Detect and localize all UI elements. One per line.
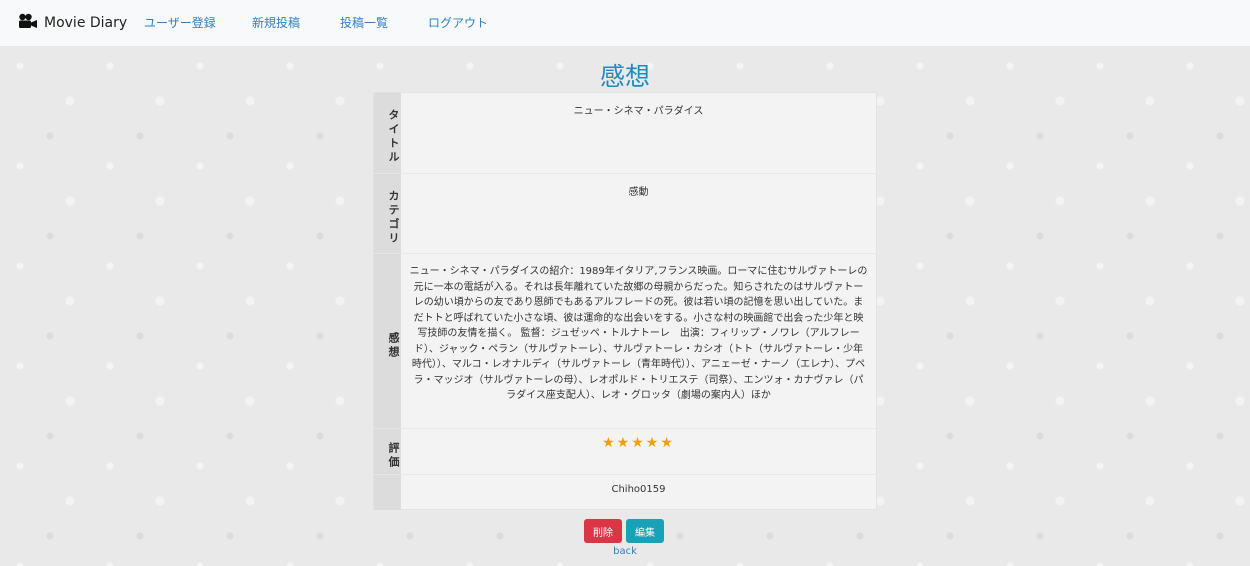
table-row-category: カテゴリ 感動 [374,173,876,254]
nav-link-register[interactable]: ユーザー登録 [144,14,216,31]
page-title: 感想 [599,62,650,91]
row-label-title: タイトル [374,93,401,173]
row-label-category: カテゴリ [374,174,401,254]
brand-label: Movie Diary [44,15,128,31]
table-row-user: Chiho0159 [374,474,876,510]
row-label-review: 感想 [374,254,401,429]
category-value: 感動 [628,187,649,198]
star-rating: ★★★★★ [602,435,675,451]
movie-title-value: ニュー・シネマ・パラダイス [573,106,704,117]
row-label-user [374,475,401,510]
review-text: ニュー・シネマ・パラダイスの紹介：1989年イタリア,フランス映画。ローマに住む… [409,266,868,401]
brand[interactable]: Movie Diary [18,12,127,34]
nav-link-new-post[interactable]: 新規投稿 [252,14,300,31]
edit-button[interactable]: 編集 [626,519,664,543]
movie-camera-icon [18,13,38,33]
navbar: Movie Diary ユーザー登録 新規投稿 投稿一覧 ログアウト [0,0,1250,47]
username-value: Chiho0159 [611,484,666,495]
table-row-rating: 評価 ★★★★★ [374,428,876,475]
table-row-review: 感想 ニュー・シネマ・パラダイスの紹介：1989年イタリア,フランス映画。ローマ… [374,253,876,429]
review-table: タイトル ニュー・シネマ・パラダイス カテゴリ 感動 感想 ニュー・シネマ・パラ… [373,92,877,510]
back-link[interactable]: back [0,546,1250,557]
delete-button[interactable]: 削除 [584,519,622,543]
row-label-rating: 評価 [374,429,401,475]
nav-link-post-list[interactable]: 投稿一覧 [340,14,388,31]
table-row-title: タイトル ニュー・シネマ・パラダイス [374,93,876,173]
nav-link-logout[interactable]: ログアウト [428,14,488,31]
